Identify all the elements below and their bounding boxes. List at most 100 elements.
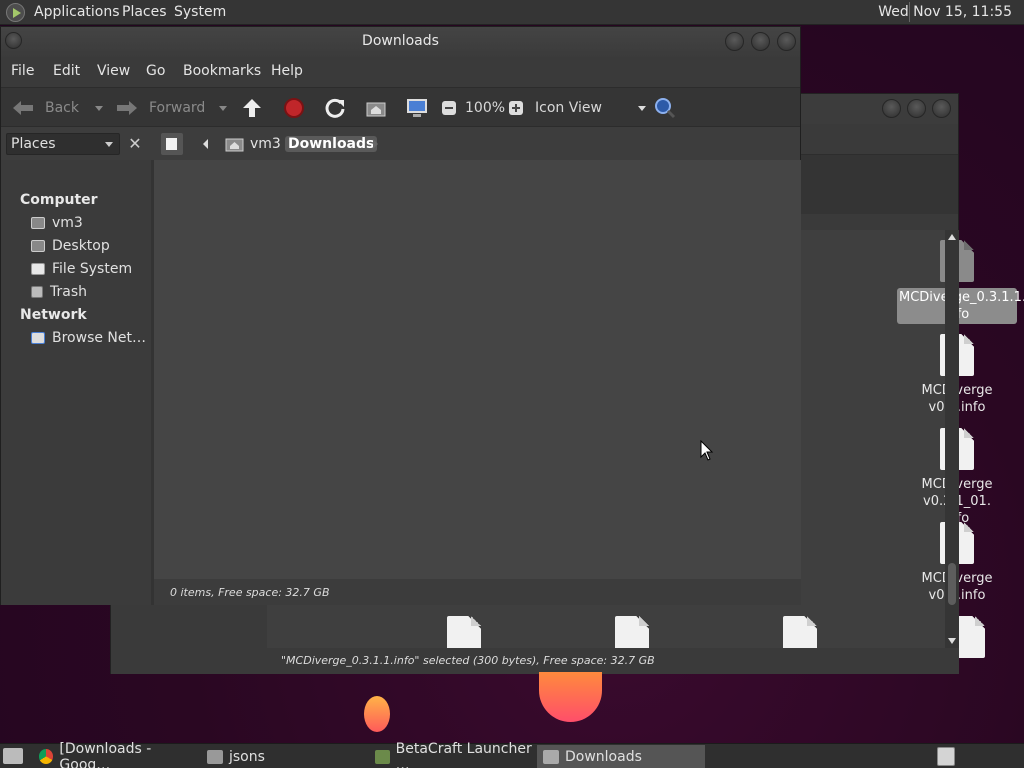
path-scroll-left-icon[interactable] [196,133,216,155]
chevron-down-icon [105,142,113,147]
menu-file[interactable]: File [11,63,34,79]
sidebar-item-desktop[interactable]: Desktop [31,238,110,254]
computer-icon [407,99,427,117]
menu-go[interactable]: Go [146,63,165,79]
places-menu[interactable]: Places [122,4,167,20]
file-view-empty[interactable] [154,160,801,579]
zoom-out-button[interactable] [441,88,457,128]
file-manager-window[interactable]: Downloads File Edit View Go Bookmarks He… [0,26,801,605]
maximize-button[interactable] [907,99,926,118]
folder-icon [543,749,559,764]
task-downloads[interactable]: Downloads [537,745,705,768]
vertical-scrollbar[interactable] [945,230,959,648]
close-button[interactable] [777,32,796,51]
sidebar-item-label: Trash [50,284,87,300]
background-status-bar: "MCDiverge_0.3.1.1.info" selected (300 b… [267,648,959,674]
task-label: Downloads [565,748,642,765]
show-desktop-icon[interactable] [3,748,23,764]
drive-icon [31,263,45,275]
task-jsons[interactable]: jsons [201,745,369,768]
scroll-down-icon[interactable] [948,638,956,644]
zoom-in-button[interactable] [508,88,524,128]
breadcrumb-label: Downloads [285,136,378,152]
window-title: Downloads [362,33,439,49]
scrollbar-thumb[interactable] [948,563,956,605]
reload-button[interactable] [324,88,346,128]
menu-edit[interactable]: Edit [53,63,80,79]
breadcrumb-label: vm3 [250,136,281,152]
distro-logo-icon[interactable] [6,3,25,22]
minimize-button[interactable] [725,32,744,51]
status-bar: 0 items, Free space: 32.7 GB [154,579,801,605]
edit-location-icon[interactable] [161,133,183,155]
zoom-out-icon [442,101,456,115]
sidebar-item-browse-network[interactable]: Browse Net… [31,330,146,346]
window-titlebar[interactable]: Downloads [1,27,800,57]
forward-label: Forward [149,100,206,116]
sidebar-type-select[interactable]: Places [6,133,120,155]
home-folder-icon [366,102,386,117]
sidebar-item-label: vm3 [52,215,83,231]
home-folder-icon [31,217,45,229]
back-arrow-icon [13,101,33,115]
menu-view[interactable]: View [97,63,130,79]
wallpaper-shape [364,696,390,732]
zoom-level[interactable]: 100% [465,88,505,128]
trash-icon [31,286,43,298]
home-folder-icon [225,138,244,152]
view-mode-select[interactable]: Icon View [535,88,646,128]
computer-button[interactable] [405,88,429,128]
back-history-dropdown-icon[interactable] [95,105,103,111]
sidebar-heading-network: Network [20,307,87,323]
minimize-button[interactable] [882,99,901,118]
places-sidebar: Computer vm3 Desktop File System Trash N… [1,160,151,605]
stop-icon [284,98,304,118]
path-scroll-right-icon[interactable] [373,139,378,149]
wallpaper-shape [539,672,602,722]
search-button[interactable] [653,88,677,128]
forward-history-dropdown-icon[interactable] [219,105,228,111]
sidebar-item-label: Desktop [52,238,110,254]
system-menu[interactable]: System [174,4,226,20]
search-icon [655,98,676,119]
task-chrome-downloads[interactable]: [Downloads - Goog… [33,741,201,768]
maximize-button[interactable] [751,32,770,51]
home-button[interactable] [365,88,387,128]
close-sidebar-icon[interactable]: ✕ [125,134,145,154]
minecraft-icon [375,749,390,764]
sidebar-heading-computer: Computer [20,192,98,208]
view-mode-label: Icon View [535,100,602,116]
network-icon [31,332,45,344]
menu-bookmarks[interactable]: Bookmarks [183,63,261,79]
menu-help[interactable]: Help [271,63,303,79]
task-label: jsons [229,748,265,765]
forward-arrow-icon [117,101,137,115]
task-betacraft[interactable]: BetaCraft Launcher … [369,741,537,768]
breadcrumb-vm3[interactable]: vm3 [225,133,281,155]
sidebar-item-vm3[interactable]: vm3 [31,215,83,231]
sidebar-type-label: Places [11,136,56,152]
sidebar-item-label: Browse Net… [52,330,147,346]
close-button[interactable] [932,99,951,118]
sidebar-item-file-system[interactable]: File System [31,261,132,277]
applications-menu[interactable]: Applications [34,4,120,20]
toolbar: Back Forward 100% Icon View [1,87,800,127]
trash-applet-icon[interactable] [937,747,955,766]
forward-button[interactable]: Forward [115,88,228,128]
task-label: BetaCraft Launcher … [395,740,532,768]
folder-icon [207,749,223,764]
clock[interactable]: Wed Nov 15, 11:55 [878,4,1012,20]
desktop-folder-icon [31,240,45,252]
scroll-up-icon[interactable] [948,234,956,240]
top-panel: Applications Places System Wed Nov 15, 1… [0,0,1024,25]
back-button[interactable]: Back [11,88,103,128]
zoom-in-icon [509,101,523,115]
sidebar-item-label: File System [52,261,133,277]
menubar: File Edit View Go Bookmarks Help [1,57,800,87]
stop-button[interactable] [283,88,305,128]
up-arrow-icon [243,99,261,117]
up-button[interactable] [241,88,263,128]
breadcrumb-downloads[interactable]: Downloads [285,133,378,155]
chrome-icon [39,749,54,764]
sidebar-item-trash[interactable]: Trash [31,284,87,300]
